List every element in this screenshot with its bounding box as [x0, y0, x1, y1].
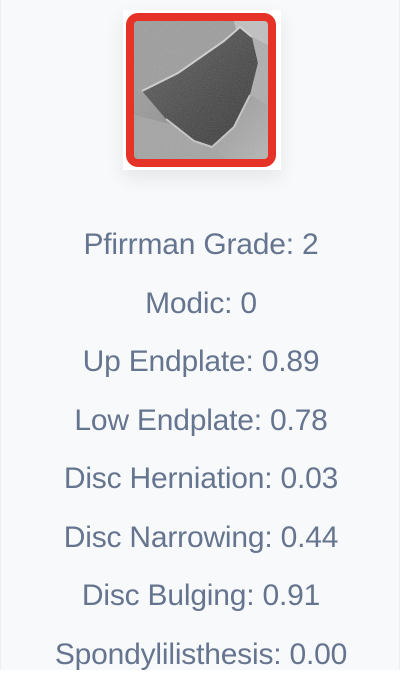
mri-disc-thumbnail-icon[interactable] — [126, 13, 276, 167]
metric-pfirrman-grade: Pfirrman Grade: 2 — [1, 216, 400, 275]
disc-metrics-list: Pfirrman Grade: 2 Modic: 0 Up Endplate: … — [1, 216, 400, 684]
metric-spondylilisthesis: Spondylilisthesis: 0.00 — [1, 626, 400, 684]
metric-disc-narrowing: Disc Narrowing: 0.44 — [1, 509, 400, 568]
disc-analysis-card: Pfirrman Grade: 2 Modic: 0 Up Endplate: … — [0, 0, 400, 670]
metric-up-endplate: Up Endplate: 0.89 — [1, 333, 400, 392]
metric-disc-herniation: Disc Herniation: 0.03 — [1, 450, 400, 509]
thumbnail-container[interactable] — [123, 10, 281, 170]
mri-image-graphic — [134, 21, 268, 159]
metric-low-endplate: Low Endplate: 0.78 — [1, 392, 400, 451]
metric-disc-bulging: Disc Bulging: 0.91 — [1, 567, 400, 626]
metric-modic: Modic: 0 — [1, 275, 400, 334]
